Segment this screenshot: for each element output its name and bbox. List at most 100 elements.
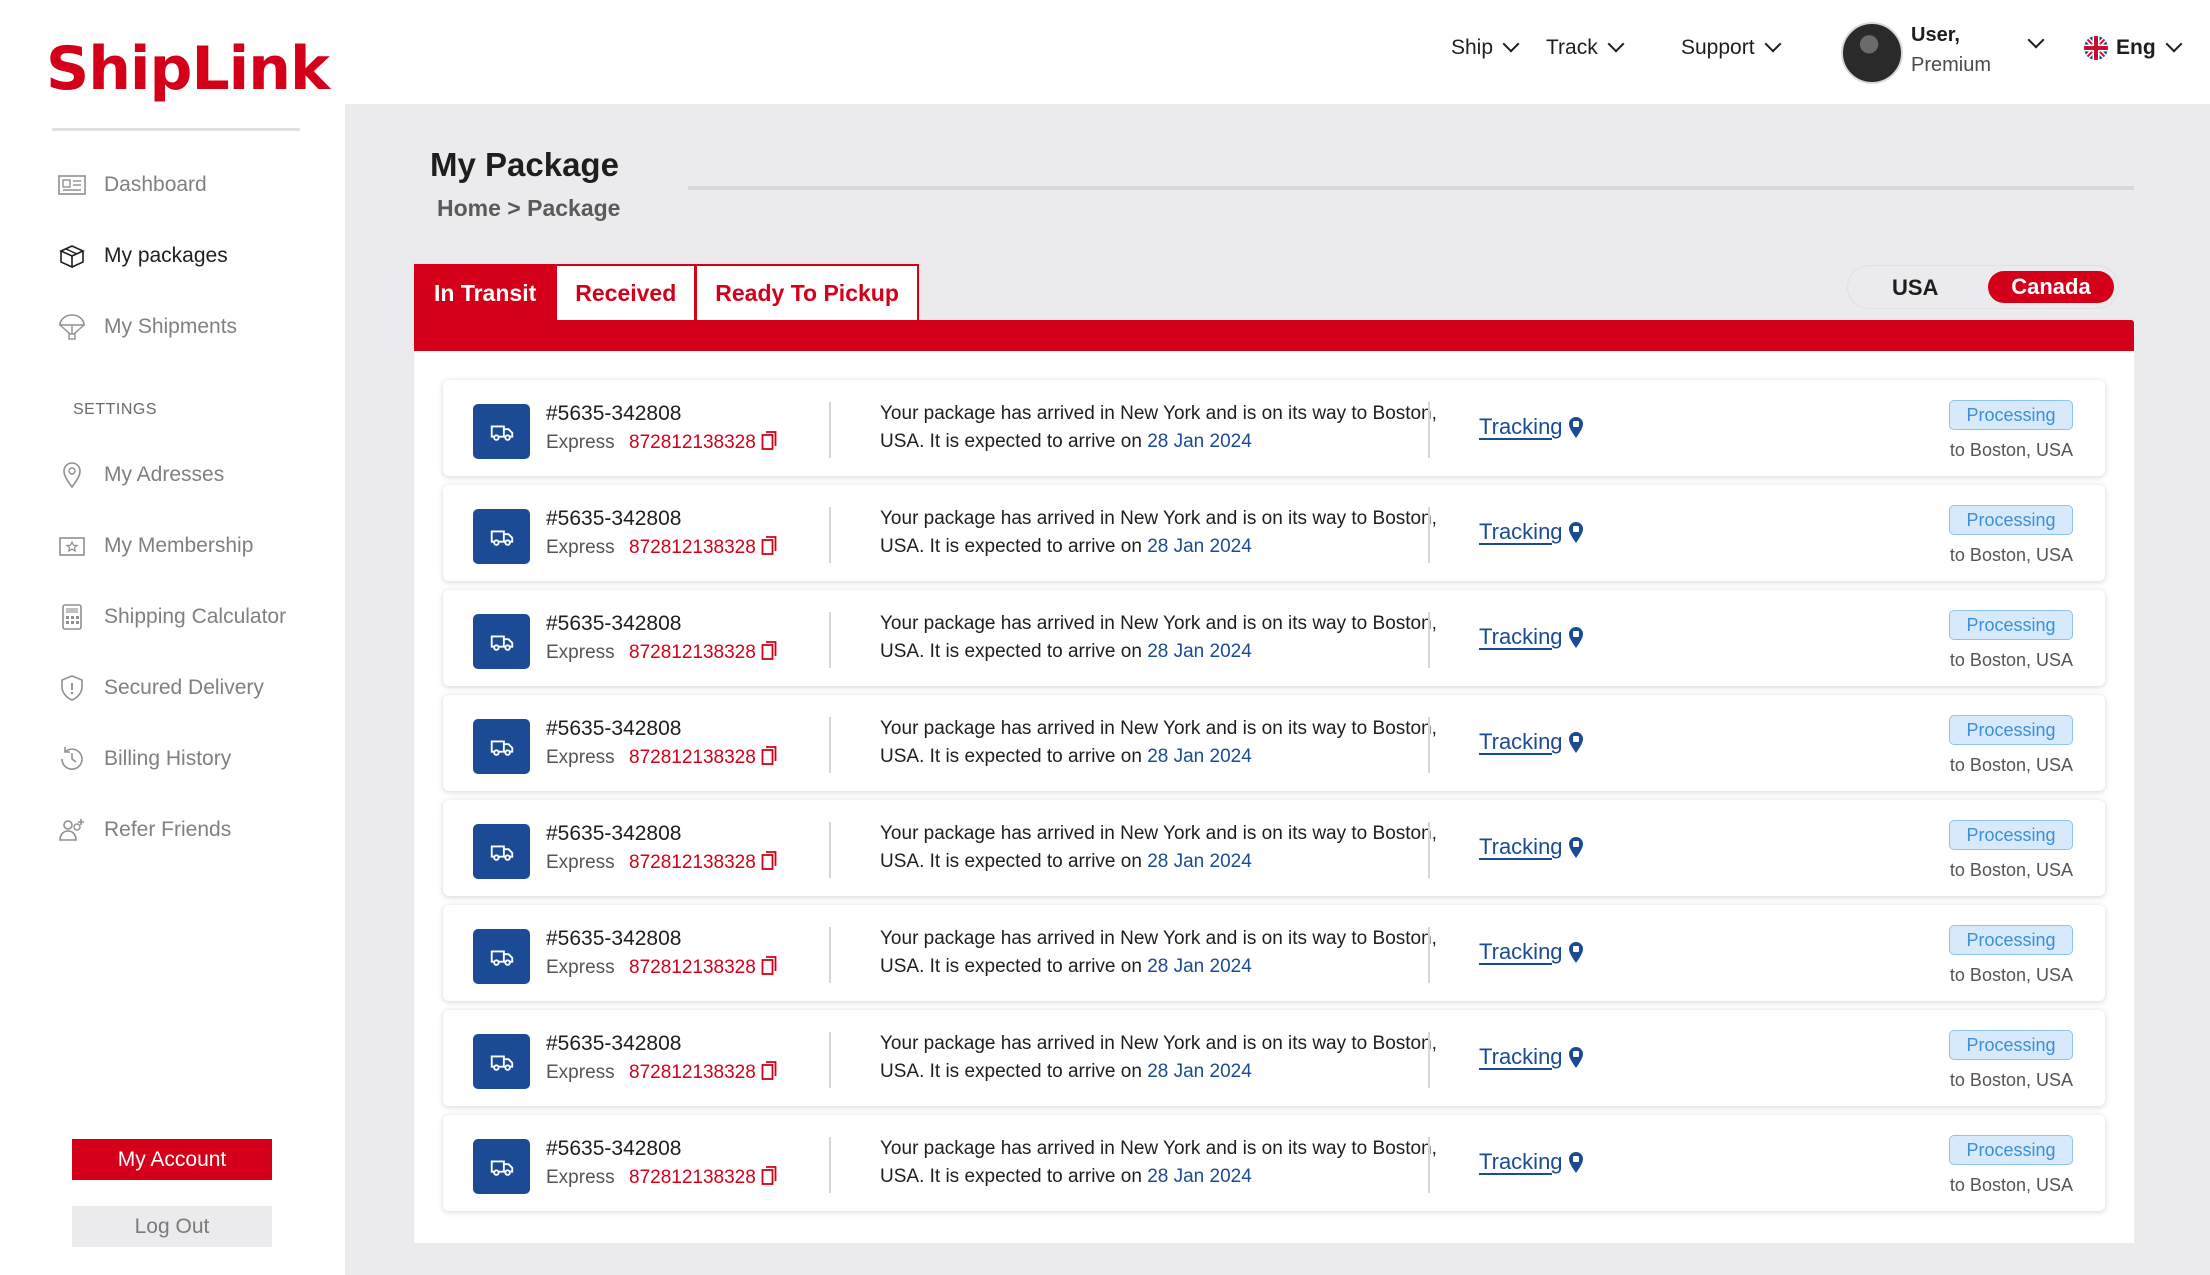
shipping-type: Express	[546, 432, 615, 453]
map-pin-icon	[1568, 522, 1583, 543]
sidebar-item-dashboard[interactable]: Dashboard	[55, 165, 207, 205]
tracking-number: 872812138328	[629, 852, 756, 873]
menu-ship[interactable]: Ship	[1451, 35, 1520, 60]
sidebar: ShipLink Dashboard My packages My Shipme…	[0, 0, 345, 1275]
menu-label: Ship	[1451, 36, 1494, 59]
column-divider	[829, 1137, 831, 1193]
tracking-link-label: Tracking	[1479, 939, 1563, 964]
column-divider	[829, 507, 831, 563]
status-badge: Processing	[1949, 505, 2073, 535]
shipping-type: Express	[546, 537, 615, 558]
destination: to Boston, USA	[1949, 440, 2073, 460]
package-row[interactable]: #5635-342808 Express 872812138328 Your p…	[443, 1115, 2105, 1211]
menu-support[interactable]: Support	[1681, 35, 1782, 60]
copy-icon[interactable]	[761, 1165, 777, 1187]
tracking-link[interactable]: Tracking	[1479, 624, 1585, 650]
user-name[interactable]: User,	[1911, 24, 1960, 47]
tracking-link[interactable]: Tracking	[1479, 939, 1585, 965]
truck-icon	[473, 509, 530, 564]
copy-icon[interactable]	[761, 1060, 777, 1082]
truck-icon	[473, 929, 530, 984]
sidebar-item-my-packages[interactable]: My packages	[55, 236, 228, 276]
column-divider	[1428, 927, 1430, 983]
sidebar-item-label: My Adresses	[104, 463, 225, 486]
sidebar-item-secured-delivery[interactable]: Secured Delivery	[55, 668, 264, 708]
copy-icon[interactable]	[761, 745, 777, 767]
column-divider	[1428, 507, 1430, 563]
tracking-number: 872812138328	[629, 1062, 756, 1083]
copy-icon[interactable]	[761, 535, 777, 557]
map-pin-icon	[1568, 627, 1583, 648]
tracking-link[interactable]: Tracking	[1479, 834, 1585, 860]
region-toggle: USA Canada	[1847, 265, 2119, 309]
menu-track[interactable]: Track	[1546, 35, 1625, 60]
status-message: Your package has arrived in New York and…	[880, 1135, 1440, 1191]
tracking-link[interactable]: Tracking	[1479, 414, 1585, 440]
copy-icon[interactable]	[761, 430, 777, 452]
region-usa[interactable]: USA	[1892, 275, 1938, 301]
package-id: #5635-342808	[546, 1137, 682, 1160]
status-badge: Processing	[1949, 925, 2073, 955]
tracking-link[interactable]: Tracking	[1479, 729, 1585, 755]
column-divider	[829, 1032, 831, 1088]
status-message: Your package has arrived in New York and…	[880, 715, 1440, 771]
package-row[interactable]: #5635-342808 Express 872812138328 Your p…	[443, 905, 2105, 1001]
map-pin-icon	[1568, 837, 1583, 858]
log-out-button[interactable]: Log Out	[72, 1206, 272, 1247]
copy-icon[interactable]	[761, 850, 777, 872]
status-badge: Processing	[1949, 610, 2073, 640]
chevron-down-icon	[1764, 35, 1782, 53]
sidebar-item-refer-friends[interactable]: Refer Friends	[55, 810, 231, 850]
map-pin-icon	[1568, 1152, 1583, 1173]
breadcrumb[interactable]: Home > Package	[437, 195, 620, 222]
calculator-icon	[55, 600, 89, 634]
status-message: Your package has arrived in New York and…	[880, 925, 1440, 981]
sidebar-item-my-shipments[interactable]: My Shipments	[55, 307, 237, 347]
avatar[interactable]	[1841, 22, 1903, 84]
language-selector[interactable]: Eng	[2084, 35, 2183, 60]
tracking-link-label: Tracking	[1479, 834, 1563, 859]
package-icon	[55, 239, 89, 273]
tracking-link-label: Tracking	[1479, 624, 1563, 649]
tracking-link[interactable]: Tracking	[1479, 1044, 1585, 1070]
tabs-underline-band	[414, 320, 2134, 351]
chevron-down-icon	[1607, 35, 1625, 53]
tab-received[interactable]: Received	[556, 264, 697, 320]
page-title: My Package	[430, 146, 619, 183]
shipping-type: Express	[546, 1167, 615, 1188]
status-badge: Processing	[1949, 715, 2073, 745]
sidebar-item-shipping-calculator[interactable]: Shipping Calculator	[55, 597, 286, 637]
tracking-link[interactable]: Tracking	[1479, 519, 1585, 545]
package-row[interactable]: #5635-342808 Express 872812138328 Your p…	[443, 590, 2105, 686]
package-row[interactable]: #5635-342808 Express 872812138328 Your p…	[443, 800, 2105, 896]
refer-friends-icon	[55, 813, 89, 847]
tab-in-transit[interactable]: In Transit	[414, 264, 557, 320]
tracking-link-label: Tracking	[1479, 729, 1563, 754]
copy-icon[interactable]	[761, 955, 777, 977]
chevron-down-icon	[1502, 35, 1520, 53]
copy-icon[interactable]	[761, 640, 777, 662]
menu-label: Support	[1681, 36, 1755, 59]
package-row[interactable]: #5635-342808 Express 872812138328 Your p…	[443, 695, 2105, 791]
region-canada[interactable]: Canada	[1988, 271, 2114, 303]
my-account-button[interactable]: My Account	[72, 1139, 272, 1180]
tab-ready-to-pickup[interactable]: Ready To Pickup	[696, 264, 919, 320]
arrival-date: 28 Jan 2024	[1147, 431, 1252, 452]
sidebar-item-my-addresses[interactable]: My Adresses	[55, 455, 224, 495]
tracking-link-label: Tracking	[1479, 1149, 1563, 1174]
column-divider	[1428, 1137, 1430, 1193]
shipping-type: Express	[546, 747, 615, 768]
top-navigation-bar	[345, 0, 2210, 104]
package-row[interactable]: #5635-342808 Express 872812138328 Your p…	[443, 1010, 2105, 1106]
shiplink-logo[interactable]: ShipLink	[46, 34, 330, 104]
tracking-link[interactable]: Tracking	[1479, 1149, 1585, 1175]
package-id: #5635-342808	[546, 1032, 682, 1055]
column-divider	[1428, 1032, 1430, 1088]
dashboard-icon	[55, 168, 89, 202]
destination: to Boston, USA	[1949, 1070, 2073, 1090]
sidebar-item-my-membership[interactable]: My Membership	[55, 526, 253, 566]
package-row[interactable]: #5635-342808 Express 872812138328 Your p…	[443, 485, 2105, 581]
sidebar-item-billing-history[interactable]: Billing History	[55, 739, 231, 779]
map-pin-icon	[1568, 942, 1583, 963]
package-row[interactable]: #5635-342808 Express 872812138328 Your p…	[443, 380, 2105, 476]
